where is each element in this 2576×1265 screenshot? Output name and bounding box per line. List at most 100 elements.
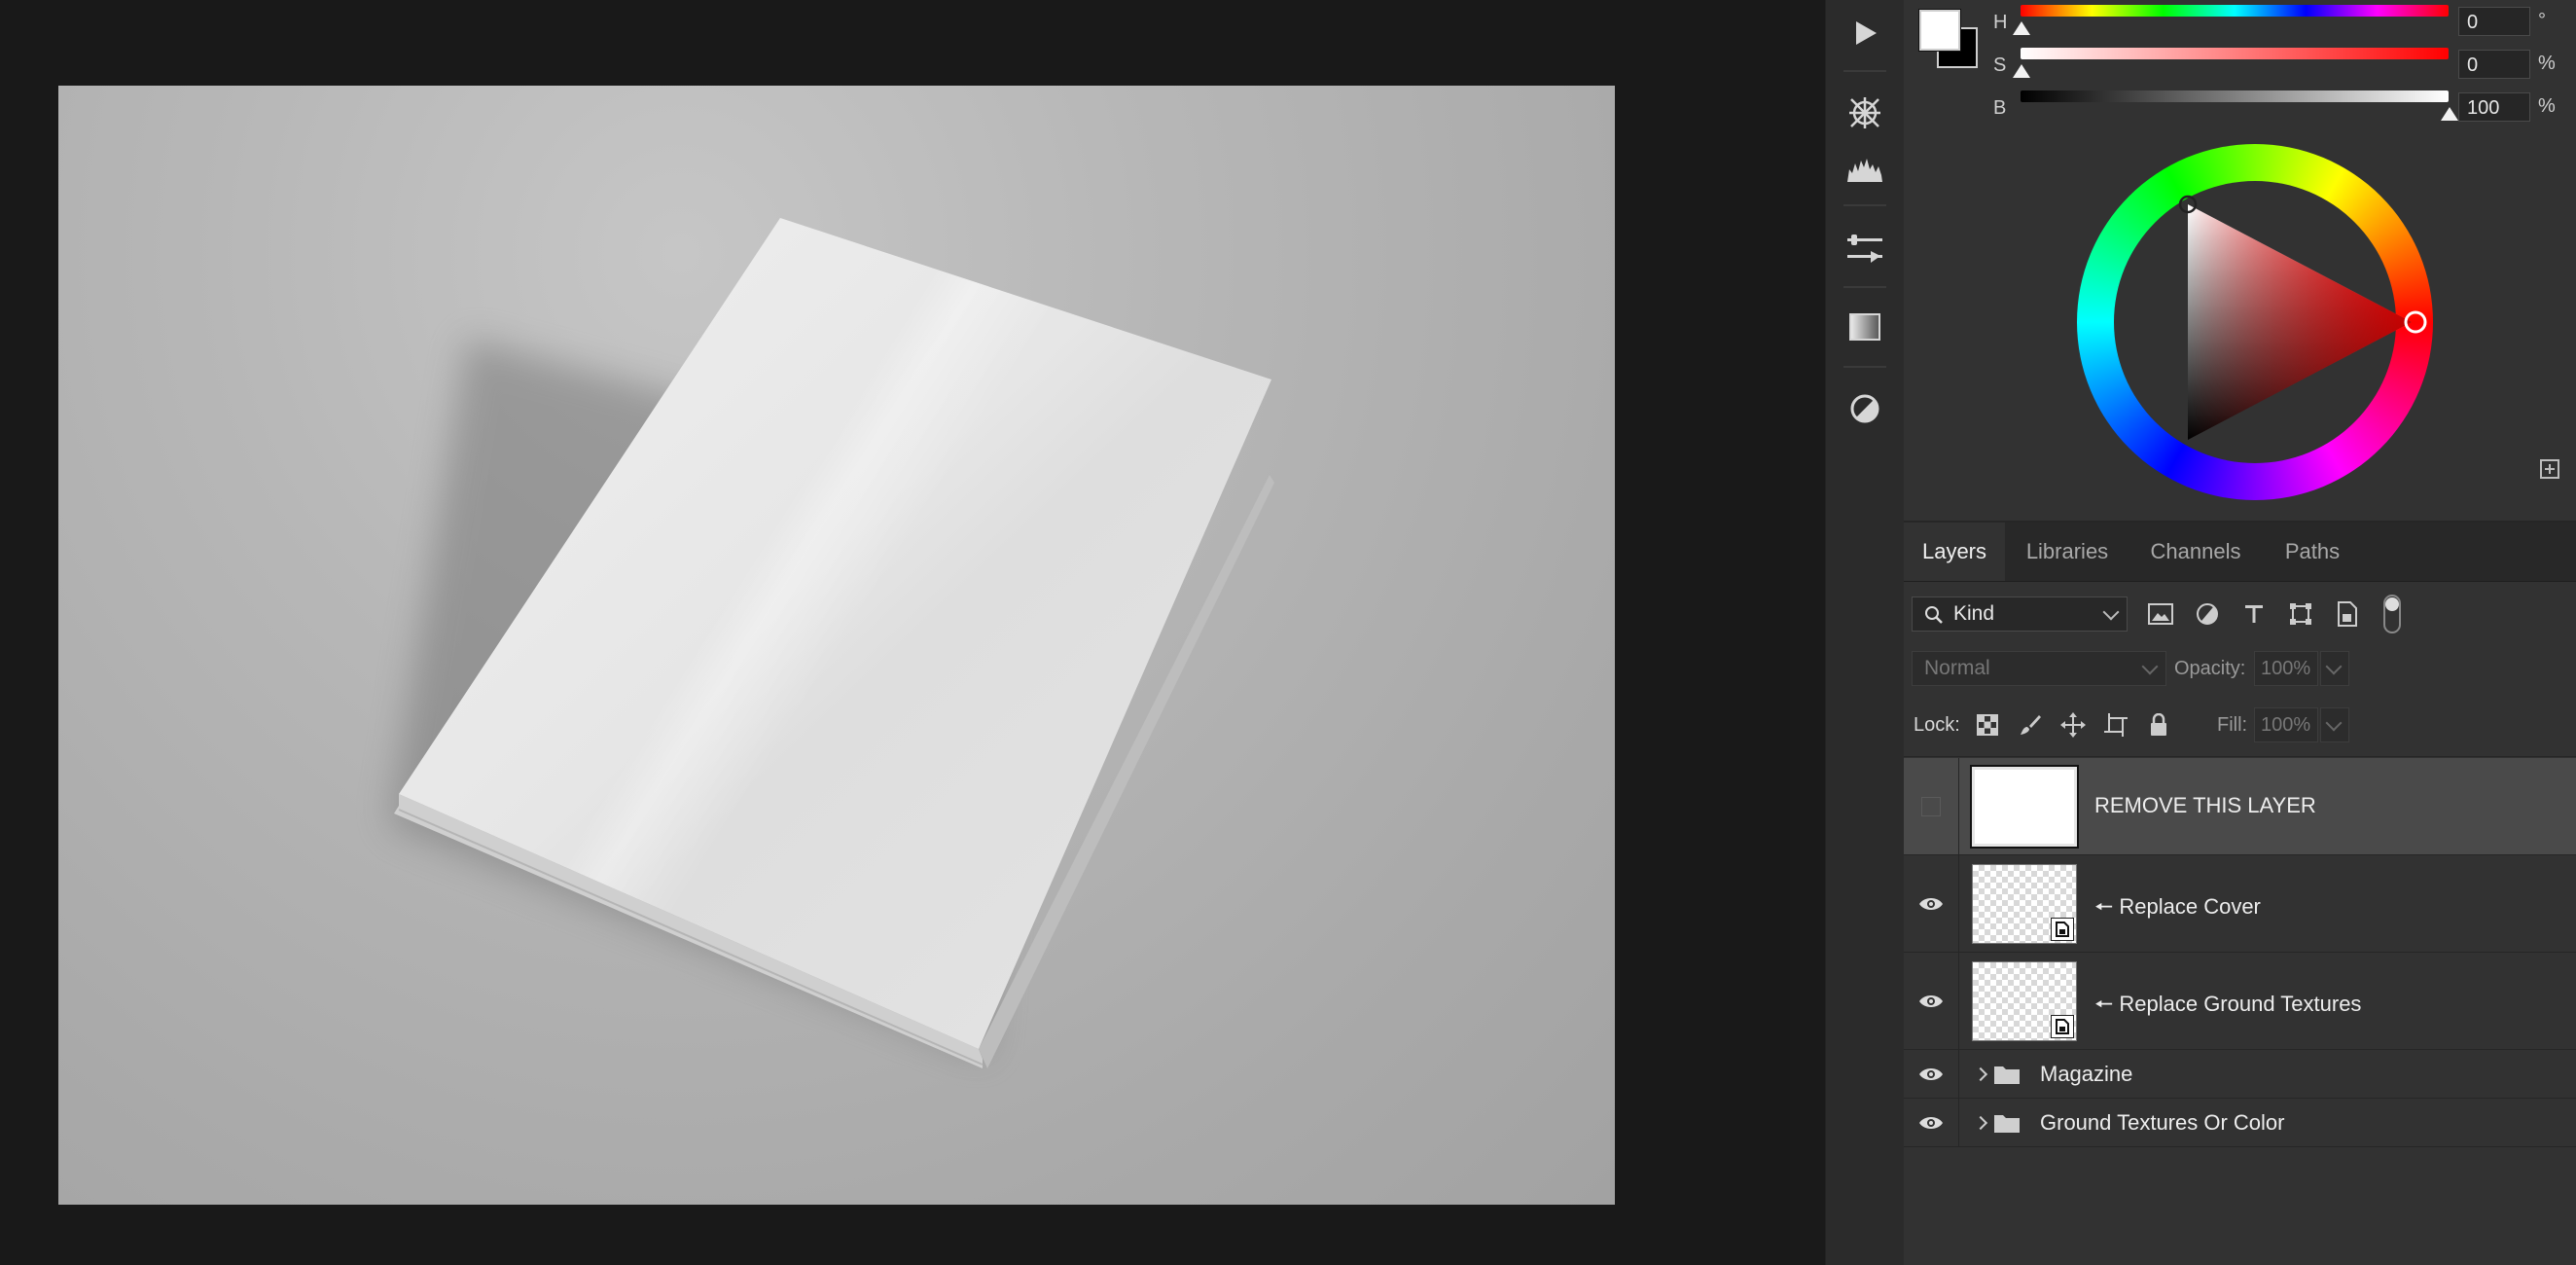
lock-label: Lock: bbox=[1914, 714, 1960, 736]
layer-filter-kind-dropdown[interactable]: Kind bbox=[1912, 596, 2128, 632]
smart-object-badge-icon bbox=[2051, 1015, 2074, 1038]
layer-name[interactable]: 🠔 Replace Ground Textures bbox=[2094, 988, 2361, 1025]
layer-name[interactable]: Ground Textures Or Color bbox=[2040, 1110, 2284, 1136]
saturation-unit: % bbox=[2538, 53, 2556, 74]
saturation-brightness-triangle[interactable] bbox=[2077, 144, 2433, 500]
fill-input[interactable]: 100% bbox=[2254, 707, 2318, 742]
layer-thumbnail[interactable] bbox=[1970, 765, 2079, 849]
document-canvas[interactable] bbox=[58, 86, 1615, 1205]
layer-thumbnail[interactable] bbox=[1972, 961, 2077, 1041]
hue-value-input[interactable]: 0 bbox=[2458, 7, 2530, 36]
navigator-button[interactable] bbox=[1836, 86, 1894, 140]
eye-icon bbox=[1919, 898, 1943, 910]
color-panel: H 0 ° S 0 % B 100 % bbox=[1904, 0, 2576, 523]
layer-visibility-toggle[interactable] bbox=[1921, 797, 1941, 816]
filter-type-layers-button[interactable] bbox=[2236, 596, 2272, 632]
folder-icon bbox=[1994, 1115, 2020, 1133]
smart-object-icon bbox=[2338, 601, 2357, 627]
move-icon bbox=[2060, 712, 2086, 738]
filter-smart-objects-button[interactable] bbox=[2330, 596, 2365, 632]
adjustments-button[interactable] bbox=[1836, 381, 1894, 436]
type-icon bbox=[2245, 605, 2263, 623]
blend-mode-value: Normal bbox=[1924, 657, 1990, 679]
brightness-label: B bbox=[1993, 97, 2007, 119]
gradients-button[interactable] bbox=[1836, 300, 1894, 354]
layer-row-replace-ground-textures[interactable]: 🠔 Replace Ground Textures bbox=[1904, 953, 2576, 1050]
navigator-compass-icon bbox=[1849, 97, 1880, 128]
layer-visibility-toggle[interactable] bbox=[1917, 1110, 1945, 1136]
adjustments-icon bbox=[1850, 394, 1879, 423]
hue-slider[interactable] bbox=[2021, 5, 2449, 17]
layer-name[interactable]: Magazine bbox=[2040, 1062, 2132, 1087]
panel-tool-strip bbox=[1825, 0, 1905, 1265]
transform-shape-icon bbox=[2290, 603, 2311, 625]
add-icon[interactable] bbox=[2540, 459, 2559, 479]
layers-panel: Layers Libraries Channels Paths Kind Nor… bbox=[1904, 523, 2576, 1265]
search-icon bbox=[1925, 606, 1943, 624]
opacity-dropdown-button[interactable] bbox=[2320, 651, 2349, 686]
layer-visibility-toggle[interactable] bbox=[1917, 988, 1945, 1015]
group-expand-chevron-icon[interactable] bbox=[1973, 1115, 1988, 1131]
layer-thumbnail[interactable] bbox=[1972, 864, 2077, 944]
tab-libraries[interactable]: Libraries bbox=[2005, 523, 2129, 581]
brush-icon bbox=[2021, 715, 2041, 735]
lock-all-button[interactable] bbox=[2143, 709, 2174, 741]
filter-toggle-switch[interactable] bbox=[2375, 595, 2410, 633]
smart-object-badge-icon bbox=[2051, 918, 2074, 941]
tab-paths[interactable]: Paths bbox=[2262, 523, 2363, 581]
play-icon bbox=[1856, 21, 1877, 45]
artboard-icon bbox=[2104, 713, 2128, 737]
group-expand-chevron-icon[interactable] bbox=[1973, 1066, 1988, 1082]
hue-label: H bbox=[1993, 12, 2008, 33]
brightness-slider-thumb[interactable] bbox=[2441, 107, 2458, 121]
filter-shape-layers-button[interactable] bbox=[2283, 596, 2318, 632]
play-action-button[interactable] bbox=[1836, 6, 1894, 60]
folder-icon bbox=[1994, 1066, 2020, 1084]
hue-unit: ° bbox=[2538, 10, 2546, 31]
eye-icon bbox=[1919, 1068, 1943, 1080]
lock-transparent-pixels-button[interactable] bbox=[1972, 709, 2003, 741]
tab-channels[interactable]: Channels bbox=[2129, 523, 2262, 581]
canvas-area[interactable] bbox=[0, 0, 1790, 1265]
layer-row-replace-cover[interactable]: 🠔 Replace Cover bbox=[1904, 855, 2576, 953]
opacity-label: Opacity: bbox=[2174, 658, 2246, 679]
lock-image-pixels-button[interactable] bbox=[2015, 709, 2046, 741]
layer-name[interactable]: 🠔 Replace Cover bbox=[2094, 890, 2261, 927]
brightness-unit: % bbox=[2538, 95, 2556, 117]
image-icon bbox=[2148, 603, 2173, 625]
filter-adjustment-layers-button[interactable] bbox=[2190, 596, 2225, 632]
tab-layers[interactable]: Layers bbox=[1904, 523, 2005, 581]
fill-label: Fill: bbox=[2217, 714, 2248, 736]
layer-visibility-toggle[interactable] bbox=[1917, 1062, 1945, 1087]
eye-icon bbox=[1919, 1117, 1943, 1129]
brightness-slider[interactable] bbox=[2021, 90, 2449, 102]
hue-slider-thumb[interactable] bbox=[2013, 21, 2030, 35]
opacity-input[interactable]: 100% bbox=[2254, 651, 2318, 686]
saturation-slider-thumb[interactable] bbox=[2013, 64, 2030, 78]
layer-row-remove-this-layer[interactable]: REMOVE THIS LAYER bbox=[1904, 758, 2576, 855]
filter-pixel-layers-button[interactable] bbox=[2143, 596, 2178, 632]
layer-row-ground-textures-group[interactable]: Ground Textures Or Color bbox=[1904, 1099, 2576, 1147]
layer-visibility-toggle[interactable] bbox=[1917, 890, 1945, 918]
saturation-value-input[interactable]: 0 bbox=[2458, 50, 2530, 79]
layer-row-magazine-group[interactable]: Magazine bbox=[1904, 1050, 2576, 1099]
magazine-mockup-image bbox=[389, 218, 1274, 1068]
properties-button[interactable] bbox=[1836, 222, 1894, 276]
panel-tab-bar: Layers Libraries Channels Paths bbox=[1904, 523, 2576, 582]
lock-icon bbox=[2151, 713, 2166, 736]
brightness-value-input[interactable]: 100 bbox=[2458, 92, 2530, 122]
histogram-icon bbox=[1847, 159, 1882, 182]
fill-dropdown-button[interactable] bbox=[2320, 707, 2349, 742]
color-wheel[interactable] bbox=[2077, 144, 2433, 500]
blend-mode-dropdown[interactable]: Normal bbox=[1912, 651, 2166, 686]
histogram-button[interactable] bbox=[1836, 142, 1894, 197]
toggle-icon bbox=[2383, 595, 2401, 633]
foreground-color-swatch[interactable] bbox=[1919, 10, 1960, 51]
lock-artboard-button[interactable] bbox=[2100, 709, 2131, 741]
lock-position-button[interactable] bbox=[2057, 709, 2089, 741]
saturation-slider[interactable] bbox=[2021, 48, 2449, 59]
saturation-label: S bbox=[1993, 54, 2007, 76]
properties-sliders-icon bbox=[1847, 235, 1882, 263]
right-panel-dock: H 0 ° S 0 % B 100 % Layers Libraries Cha… bbox=[1904, 0, 2576, 1265]
layer-name[interactable]: REMOVE THIS LAYER bbox=[2094, 793, 2316, 818]
